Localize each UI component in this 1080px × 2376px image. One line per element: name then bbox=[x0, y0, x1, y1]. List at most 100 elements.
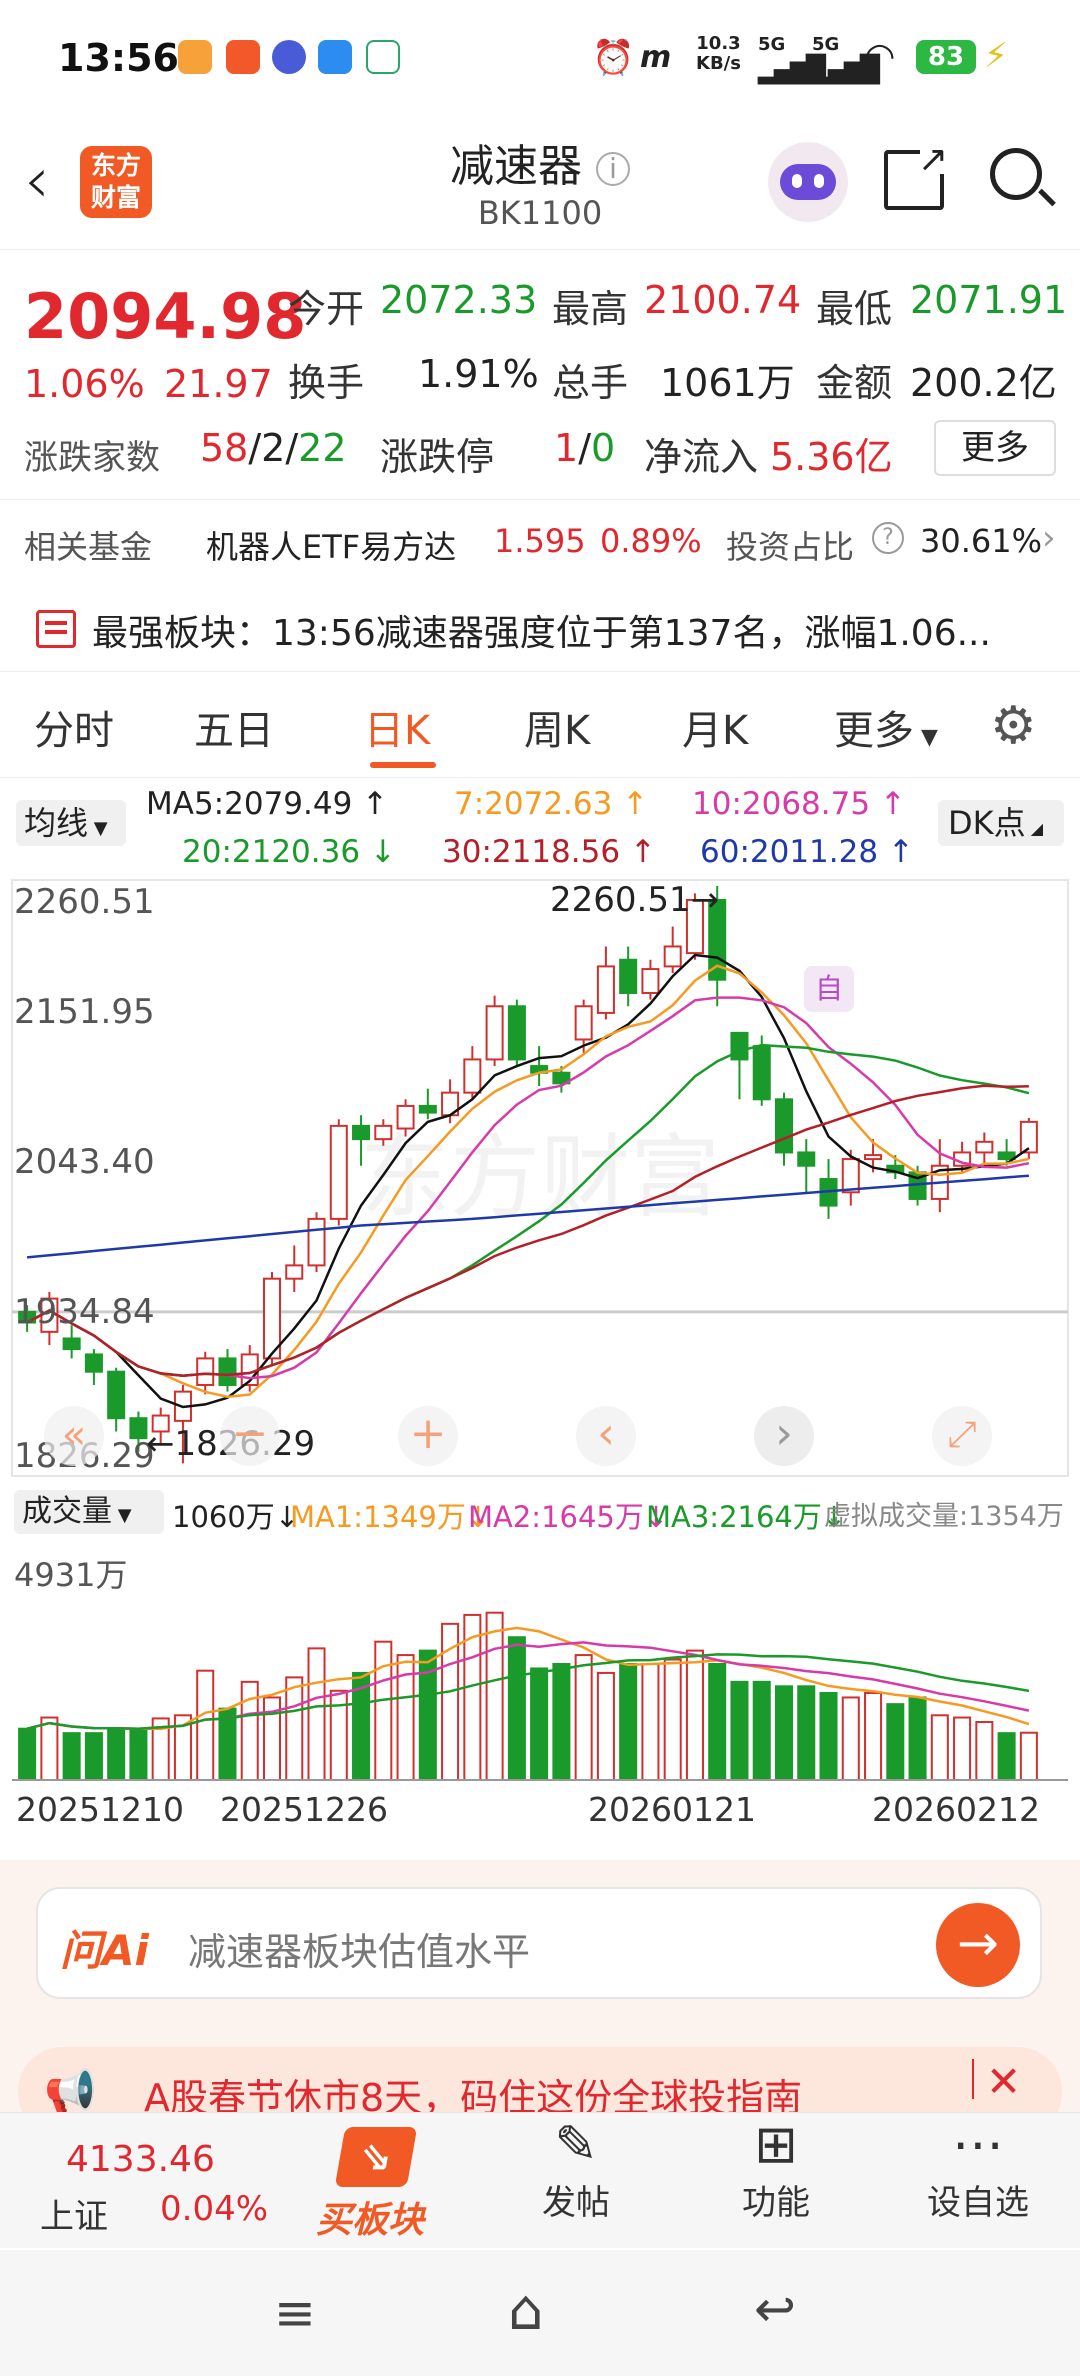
ma10-value: 10:2068.75 ↑ bbox=[692, 786, 906, 822]
index-percent[interactable]: 0.04% bbox=[160, 2189, 268, 2229]
back-icon[interactable]: ‹ bbox=[24, 144, 50, 218]
buy-sector-label[interactable]: 买板块 bbox=[316, 2191, 424, 2243]
eastmoney-logo[interactable]: 东方 财富 bbox=[80, 146, 152, 218]
candle bbox=[307, 1217, 326, 1267]
volume-chart[interactable]: 4931万 20251210 20251226 20260121 2026021… bbox=[0, 1540, 1080, 1860]
volume-label: 总手 bbox=[552, 361, 629, 405]
ma5-value: MA5:2079.49 ↑ bbox=[146, 786, 389, 822]
volume-indicator-row: 成交量 ▼ 1060万↓ MA1:1349万↓ MA2:1645万↓ MA3:2… bbox=[0, 1482, 1080, 1542]
volume-bar bbox=[730, 1680, 749, 1782]
fullscreen-icon[interactable]: ⤢ bbox=[932, 1406, 992, 1466]
zoom-in-icon[interactable]: + bbox=[398, 1406, 458, 1466]
self-select-badge[interactable]: 自 bbox=[804, 966, 854, 1012]
y-tick-label: 1934.84 bbox=[14, 1292, 155, 1332]
info-icon[interactable]: i bbox=[596, 152, 630, 186]
volume-bar bbox=[774, 1685, 794, 1781]
home-icon[interactable]: ⌂ bbox=[508, 2278, 544, 2343]
post-button[interactable]: ✎ 发帖 bbox=[506, 2115, 646, 2224]
fund-label: 相关基金 bbox=[24, 528, 153, 566]
volume-svg[interactable] bbox=[0, 1540, 1080, 1790]
help-icon[interactable]: ? bbox=[872, 522, 904, 554]
candle bbox=[485, 1005, 504, 1061]
menu-icon[interactable]: ≡ bbox=[274, 2284, 316, 2342]
candle bbox=[596, 965, 615, 1014]
volume-bar bbox=[530, 1667, 549, 1781]
x-tick-label: 20260212 bbox=[872, 1790, 1040, 1829]
low-value: 2071.91 bbox=[910, 278, 1068, 322]
x-tick-label: 20260121 bbox=[588, 1790, 756, 1829]
turnover-value: 1.91% bbox=[418, 352, 539, 396]
tab-five-day[interactable]: 五日 bbox=[194, 698, 274, 756]
x-tick-label: 20251210 bbox=[16, 1790, 184, 1829]
volume-bar bbox=[40, 1716, 59, 1781]
tab-daily-k[interactable]: 日K bbox=[364, 698, 430, 756]
fund-percent: 0.89% bbox=[600, 522, 702, 560]
advance-decline-value: 58/2/22 bbox=[200, 426, 347, 470]
dk-point-button[interactable]: DK点 ◢ bbox=[938, 800, 1064, 846]
high-label: 最高 bbox=[552, 287, 629, 331]
kline-chart[interactable]: 东方财富 2260.51 2151.95 2043.40 1934.84 182… bbox=[0, 878, 1080, 1508]
scroll-left-fast-icon[interactable]: « bbox=[44, 1406, 104, 1466]
arrow-right-icon[interactable]: → bbox=[936, 1903, 1020, 1987]
zoom-out-icon[interactable]: − bbox=[220, 1406, 280, 1466]
vol-ma3: MA3:2164万↓ bbox=[646, 1500, 847, 1534]
strongest-sector-notice[interactable]: 最强板块：13:56减速器强度位于第137名，涨幅1.06... bbox=[0, 582, 1080, 672]
tab-more[interactable]: 更多 ▼ bbox=[834, 698, 938, 756]
scroll-left-icon[interactable]: ‹ bbox=[576, 1406, 636, 1466]
candle bbox=[730, 1031, 749, 1061]
ai-assistant-icon[interactable] bbox=[768, 142, 848, 222]
add-favorite-button[interactable]: ⋯ 设自选 bbox=[908, 2115, 1048, 2224]
index-name[interactable]: 上证 bbox=[40, 2189, 108, 2238]
candle bbox=[641, 968, 660, 994]
volume-bar bbox=[107, 1727, 126, 1782]
volume-bar bbox=[685, 1649, 704, 1781]
volume-bar bbox=[819, 1691, 838, 1781]
y-tick-label: 2151.95 bbox=[14, 992, 155, 1032]
candle bbox=[841, 1158, 860, 1194]
close-icon[interactable]: ✕ bbox=[986, 2057, 1021, 2106]
volume-selector[interactable]: 成交量 ▼ bbox=[14, 1490, 164, 1534]
candle bbox=[574, 1005, 593, 1041]
candle bbox=[374, 1124, 393, 1141]
search-icon[interactable] bbox=[990, 148, 1056, 207]
volume-bar bbox=[374, 1640, 393, 1781]
ask-ai-logo: 问Ai bbox=[60, 1926, 149, 1975]
scroll-right-icon[interactable]: › bbox=[754, 1406, 814, 1466]
settings-gear-icon[interactable]: ⚙ bbox=[990, 696, 1037, 756]
volume-bar bbox=[997, 1732, 1016, 1781]
ma-selector[interactable]: 均线 ▼ bbox=[16, 800, 126, 846]
ma-indicator-row: 均线 ▼ MA5:2079.49 ↑ 7:2072.63 ↑ 10:2068.7… bbox=[0, 778, 1080, 878]
volume-bar bbox=[908, 1696, 927, 1782]
candle bbox=[463, 1058, 482, 1094]
volume-bar bbox=[953, 1716, 972, 1781]
tab-intraday[interactable]: 分时 bbox=[34, 698, 114, 756]
function-button[interactable]: ⊞ 功能 bbox=[706, 2115, 846, 2224]
more-button[interactable]: 更多 bbox=[934, 420, 1056, 476]
ask-ai-input[interactable]: 减速器板块估值水平 bbox=[188, 1921, 530, 1976]
back-nav-icon[interactable]: ↩ bbox=[754, 2280, 796, 2338]
volume-bar bbox=[886, 1703, 905, 1782]
volume-bar bbox=[864, 1691, 883, 1781]
volume-bar bbox=[285, 1676, 304, 1781]
virtual-volume: 虚拟成交量:1354万 bbox=[824, 1501, 1064, 1532]
limit-value: 1/0 bbox=[554, 426, 616, 470]
page-title: 减速器 i bbox=[440, 130, 640, 194]
share-icon[interactable]: ↗ bbox=[884, 142, 950, 210]
system-nav-bar: ≡ ⌂ ↩ bbox=[0, 2250, 1080, 2376]
volume-bar bbox=[841, 1696, 860, 1782]
tab-weekly-k[interactable]: 周K bbox=[524, 698, 590, 756]
volume-bar bbox=[196, 1669, 215, 1781]
candle bbox=[997, 1151, 1016, 1161]
volume-bar bbox=[485, 1611, 504, 1782]
status-time: 13:56 bbox=[58, 36, 179, 80]
buy-sector-icon[interactable]: ⇘ bbox=[334, 2127, 418, 2187]
tab-monthly-k[interactable]: 月K bbox=[682, 698, 748, 756]
volume-bar bbox=[240, 1680, 259, 1782]
candle bbox=[418, 1104, 437, 1114]
candle bbox=[196, 1357, 215, 1386]
ask-ai-bar[interactable]: 问Ai 减速器板块估值水平 → bbox=[36, 1887, 1042, 1999]
volume-bar bbox=[507, 1636, 526, 1782]
index-value[interactable]: 4133.46 bbox=[66, 2139, 215, 2180]
kline-svg[interactable]: 东方财富 bbox=[0, 878, 1080, 1478]
related-fund[interactable]: 相关基金 机器人ETF易方达 1.595 0.89% 投资占比 ? 30.61%… bbox=[0, 502, 1080, 582]
